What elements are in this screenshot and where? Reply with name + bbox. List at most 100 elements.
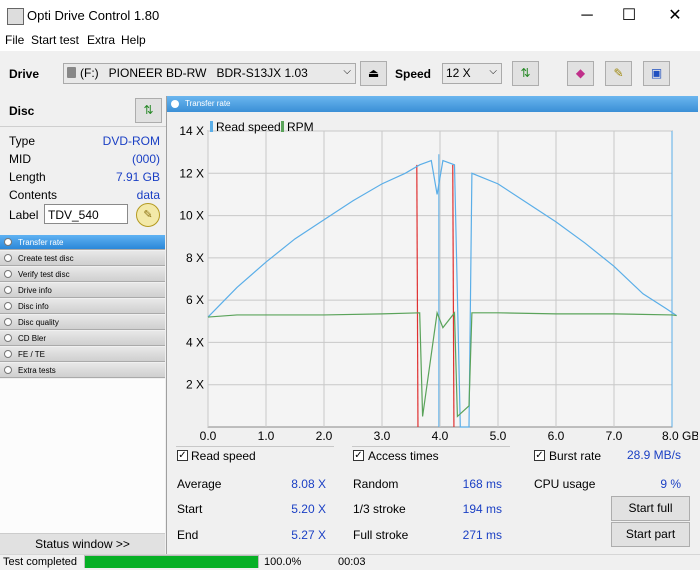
legend-label: Read speed [216, 120, 281, 134]
nav-verify-test-disc[interactable]: Verify test disc [0, 267, 165, 282]
y-tick-label: 12 X [179, 166, 204, 180]
options-button[interactable]: ✎ [605, 61, 632, 86]
average-value: 8.08 X [291, 477, 326, 491]
nav-label: Transfer rate [18, 238, 64, 247]
status-window-button[interactable]: Status window >> [0, 533, 165, 555]
nav-disc-info[interactable]: Disc info [0, 299, 165, 314]
drive-icon [67, 67, 76, 78]
disc-refresh-button[interactable]: ⇅ [135, 98, 162, 123]
random-value: 168 ms [462, 477, 502, 491]
legend-swatch [281, 121, 284, 132]
menu-file[interactable]: File [5, 33, 24, 47]
nav-cd-bler[interactable]: CD Bler [0, 331, 165, 346]
nav-bullet-icon [4, 350, 12, 358]
y-tick-label: 2 X [186, 378, 204, 392]
y-tick-label: 6 X [186, 293, 204, 307]
y-tick-label: 14 X [179, 124, 204, 138]
cpu-usage-label: CPU usage [534, 477, 596, 491]
nav-drive-info[interactable]: Drive info [0, 283, 165, 298]
divider [352, 446, 510, 447]
panel-header-icon [171, 100, 179, 108]
x-tick-label: 7.0 [606, 429, 623, 443]
status-text: Test completed [3, 556, 77, 568]
x-tick-label: 3.0 [374, 429, 391, 443]
cpu-usage-value: 9 % [660, 477, 681, 491]
nav-bullet-icon [4, 302, 12, 310]
x-tick-label: 4.0 [432, 429, 449, 443]
nav-bullet-icon [4, 286, 12, 294]
nav-bullet-icon [4, 318, 12, 326]
nav-label: CD Bler [18, 334, 47, 343]
menu-start-test[interactable]: Start test [31, 33, 79, 47]
speed-select-value: 12 X [446, 66, 471, 80]
refresh-icon: ⇅ [143, 103, 154, 117]
start-full-button[interactable]: Start full [611, 496, 690, 521]
nav-bullet-icon [4, 238, 12, 246]
maximize-button[interactable]: ☐ [606, 0, 652, 31]
nav-label: Verify test disc [18, 270, 70, 279]
disc-mid-label: MID [9, 152, 31, 166]
full-stroke-value: 271 ms [462, 528, 502, 542]
minimize-button[interactable]: ─ [564, 0, 610, 31]
third-stroke-label: 1/3 stroke [353, 502, 406, 516]
disc-contents-label: Contents [9, 188, 58, 202]
disc-length-value: 7.91 GB [115, 170, 160, 184]
x-tick-label: 8.0 GB [662, 429, 698, 443]
divider [0, 126, 166, 127]
refresh-speed-button[interactable]: ⇅ [512, 61, 539, 86]
end-label: End [177, 528, 199, 542]
app-icon [7, 8, 24, 25]
save-button[interactable]: ▣ [643, 61, 670, 86]
nav-disc-quality[interactable]: Disc quality [0, 315, 165, 330]
chevron-down-icon: ⌵ [489, 66, 497, 77]
average-label: Average [177, 477, 222, 491]
menu-extra[interactable]: Extra [87, 33, 115, 47]
nav-transfer-rate[interactable]: Transfer rate [0, 235, 165, 250]
access-times-label: Access times [368, 449, 439, 463]
legend-label: RPM [287, 120, 314, 134]
read-speed-checkbox[interactable]: ✓ [177, 450, 188, 461]
eject-button[interactable]: ⏏ [360, 61, 387, 86]
nav-label: Drive info [18, 286, 52, 295]
erase-icon: ◆ [575, 66, 586, 80]
x-tick-label: 1.0 [258, 429, 275, 443]
disc-label-input[interactable]: TDV_540 [44, 204, 128, 224]
nav-bullet-icon [4, 334, 12, 342]
nav-label: Extra tests [18, 366, 56, 375]
disc-type-label: Type [9, 134, 36, 148]
start-value: 5.20 X [291, 502, 326, 516]
transfer-rate-chart: 0.0 1.0 2.0 3.0 4.0 5.0 6.0 7.0 8.0 GB 2 X 4 X 6 X 8… [179, 120, 698, 443]
burst-rate-checkbox[interactable]: ✓ [534, 450, 545, 461]
x-tick-label: 2.0 [316, 429, 333, 443]
nav-label: Create test disc [18, 254, 74, 263]
burst-rate-label: Burst rate [549, 449, 602, 463]
speed-select[interactable]: 12 X ⌵ [442, 63, 502, 84]
progress-percent: 100.0% [264, 556, 302, 568]
menu-help[interactable]: Help [121, 33, 146, 47]
random-label: Random [353, 477, 399, 491]
drive-select-value: (F:) PIONEER BD-RW BDR-S13JX 1.03 [80, 66, 308, 80]
read-speed-label: Read speed [191, 449, 256, 463]
speed-label: Speed [395, 67, 432, 81]
erase-button[interactable]: ◆ [567, 61, 594, 86]
label-write-button[interactable]: ✎ [136, 203, 160, 227]
drive-select[interactable]: (F:) PIONEER BD-RW BDR-S13JX 1.03 ⌵ [63, 63, 356, 84]
nav-create-test-disc[interactable]: Create test disc [0, 251, 165, 266]
disc-heading: Disc [9, 104, 35, 118]
access-times-checkbox[interactable]: ✓ [353, 450, 364, 461]
save-icon: ▣ [650, 66, 663, 80]
start-part-button[interactable]: Start part [611, 522, 690, 547]
window-title: Opti Drive Control 1.80 [27, 8, 160, 23]
x-tick-label: 0.0 [200, 429, 217, 443]
y-tick-label: 8 X [186, 251, 204, 265]
y-tick-label: 4 X [186, 335, 204, 349]
nav-fe-te[interactable]: FE / TE [0, 347, 165, 362]
close-button[interactable]: ✕ [652, 0, 698, 31]
x-tick-label: 6.0 [548, 429, 565, 443]
burst-rate-value: 28.9 MB/s [626, 448, 681, 462]
nav-extra-tests[interactable]: Extra tests [0, 363, 165, 378]
nav-empty-area [0, 379, 165, 533]
nav-bullet-icon [4, 366, 12, 374]
disc-mid-value: (000) [131, 152, 160, 166]
drive-label: Drive [9, 67, 40, 81]
